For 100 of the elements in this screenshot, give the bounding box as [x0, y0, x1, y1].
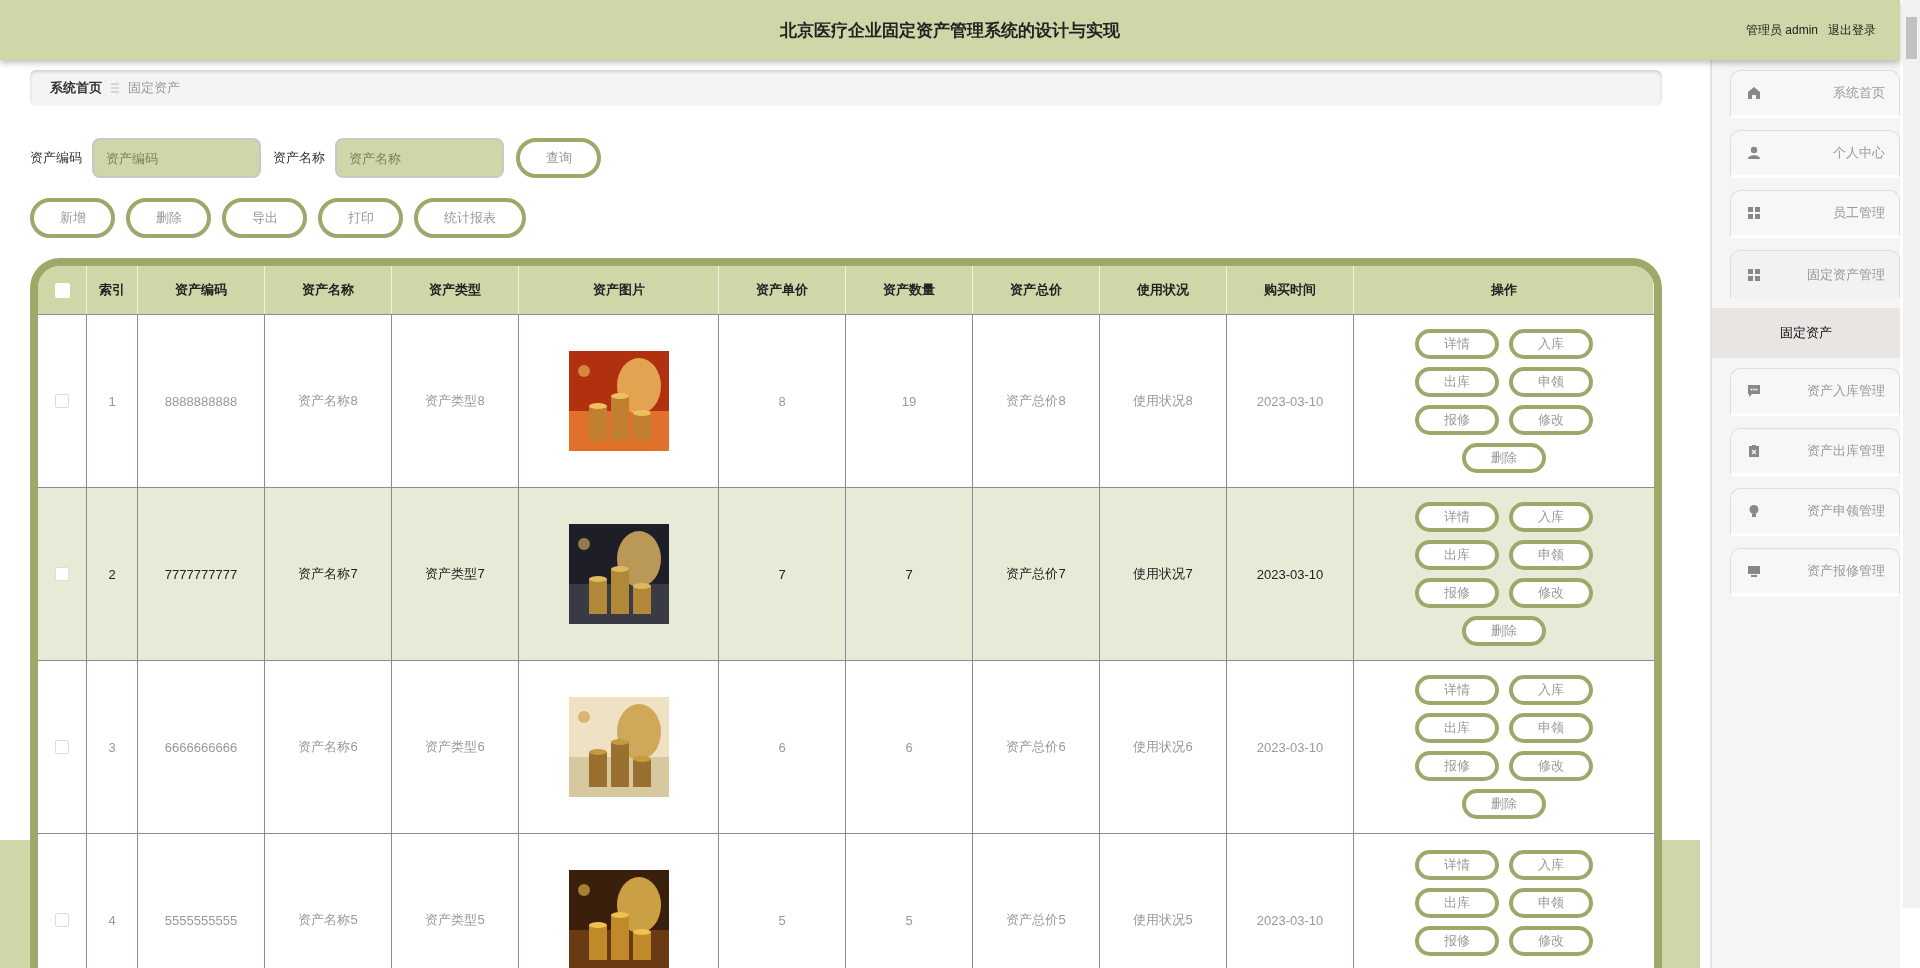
action-button[interactable]: 删除 [1462, 616, 1546, 646]
checkbox[interactable] [55, 740, 69, 754]
action-button[interactable]: 详情 [1415, 329, 1499, 359]
table-cell: 资产总价6 [1006, 738, 1066, 756]
action-button[interactable]: 详情 [1415, 850, 1499, 880]
action-button[interactable]: 报修 [1415, 405, 1499, 435]
column-header: 资产单价 [756, 281, 808, 299]
table-cell: 资产类型6 [425, 738, 485, 756]
table-cell: 8 [778, 393, 786, 409]
action-button[interactable]: 申领 [1509, 367, 1593, 397]
action-button[interactable]: 入库 [1509, 329, 1593, 359]
table-cell: 5555555555 [164, 912, 238, 928]
column-header: 使用状况 [1137, 281, 1189, 299]
action-button[interactable]: 报修 [1415, 578, 1499, 608]
search-field[interactable]: 资产编码 [92, 138, 261, 178]
checkbox[interactable] [55, 567, 69, 581]
search-field[interactable]: 资产名称 [335, 138, 504, 178]
table-cell: 1 [108, 393, 116, 409]
column-header: 资产图片 [592, 281, 645, 299]
person-icon [1747, 146, 1761, 160]
table-cell: 4 [108, 912, 116, 928]
column-header: 操作 [1490, 281, 1517, 299]
menu-item[interactable]: 员工管理 [1730, 190, 1900, 238]
table-cell: 6 [778, 739, 786, 755]
table-cell: 资产名称8 [298, 392, 358, 410]
user-label: 管理员 admin [1745, 21, 1818, 39]
action-button[interactable]: 出库 [1415, 367, 1499, 397]
menu-item[interactable]: 资产报修管理 [1730, 548, 1900, 596]
menu-item[interactable]: 固定资产管理 [1730, 250, 1900, 298]
toolbar-button[interactable]: 删除 [126, 198, 211, 238]
menu-item[interactable]: 系统首页 [1730, 70, 1900, 118]
table-cell: 5 [778, 912, 786, 928]
menu-item[interactable]: 资产出库管理 [1730, 428, 1900, 476]
column-header: 资产类型 [429, 281, 481, 299]
table-cell: 7 [905, 566, 913, 582]
table-cell: 6666666666 [164, 739, 238, 755]
action-button[interactable]: 出库 [1415, 540, 1499, 570]
action-button[interactable]: 出库 [1415, 888, 1499, 918]
action-button[interactable]: 出库 [1415, 713, 1499, 743]
checkbox[interactable] [55, 394, 69, 408]
separator-icon [110, 82, 120, 94]
table-cell: 2 [108, 566, 116, 582]
breadcrumb-link[interactable]: 系统首页 [50, 79, 102, 97]
column-header: 索引 [99, 281, 125, 299]
action-button[interactable]: 详情 [1415, 502, 1499, 532]
table-cell: 6 [905, 739, 913, 755]
breadcrumb-link[interactable]: 固定资产 [128, 79, 180, 97]
toolbar-button[interactable]: 统计报表 [414, 198, 526, 238]
grid-icon [1747, 267, 1761, 282]
column-header: 资产数量 [883, 281, 935, 299]
search-button[interactable]: 查询 [516, 138, 601, 178]
table-cell: 使用状况6 [1133, 738, 1193, 756]
table-cell: 2023-03-10 [1256, 739, 1324, 755]
table-cell: 2023-03-10 [1256, 393, 1324, 409]
toolbar-button[interactable]: 新增 [30, 198, 115, 238]
field-label: 资产名称 [273, 149, 325, 167]
grid-icon [1747, 206, 1761, 220]
action-button[interactable]: 入库 [1509, 675, 1593, 705]
action-button[interactable]: 申领 [1509, 540, 1593, 570]
action-button[interactable]: 修改 [1509, 405, 1593, 435]
table-cell: 8888888888 [164, 393, 238, 409]
table-cell: 5 [905, 912, 913, 928]
column-header: 资产总价 [1010, 281, 1062, 299]
clipboard-icon [1747, 444, 1761, 458]
action-button[interactable]: 修改 [1509, 926, 1593, 956]
checkbox[interactable] [55, 913, 69, 927]
action-button[interactable]: 报修 [1415, 926, 1499, 956]
action-button[interactable]: 删除 [1462, 443, 1546, 473]
action-button[interactable]: 修改 [1509, 751, 1593, 781]
monitor-icon [1747, 564, 1761, 578]
home-icon [1747, 86, 1761, 100]
table-cell: 资产总价8 [1006, 392, 1066, 410]
toolbar-button[interactable]: 打印 [318, 198, 403, 238]
toolbar-button[interactable]: 导出 [222, 198, 307, 238]
action-button[interactable]: 入库 [1509, 850, 1593, 880]
logout-link[interactable]: 退出登录 [1828, 21, 1876, 39]
action-button[interactable]: 申领 [1509, 713, 1593, 743]
table-cell: 使用状况8 [1133, 392, 1193, 410]
table-cell: 使用状况7 [1133, 565, 1193, 583]
submenu-item[interactable]: 固定资产 [1712, 308, 1900, 358]
action-button[interactable]: 报修 [1415, 751, 1499, 781]
table-cell: 3 [108, 739, 116, 755]
column-header: 购买时间 [1264, 281, 1316, 299]
action-button[interactable]: 详情 [1415, 675, 1499, 705]
column-header: 资产名称 [302, 281, 354, 299]
menu-item[interactable]: 个人中心 [1730, 130, 1900, 178]
action-button[interactable]: 删除 [1462, 789, 1546, 819]
table-cell: 7777777777 [164, 566, 238, 582]
menu-item[interactable]: 资产入库管理 [1730, 368, 1900, 416]
table-cell: 资产类型7 [425, 565, 485, 583]
table-cell: 资产总价7 [1006, 565, 1066, 583]
action-button[interactable]: 入库 [1509, 502, 1593, 532]
table-cell: 资产总价5 [1006, 911, 1066, 929]
table-cell: 资产名称6 [298, 738, 358, 756]
chat-icon [1747, 384, 1761, 398]
field-label: 资产编码 [30, 149, 82, 167]
app-title: 北京医疗企业固定资产管理系统的设计与实现 [780, 19, 1120, 42]
action-button[interactable]: 修改 [1509, 578, 1593, 608]
action-button[interactable]: 申领 [1509, 888, 1593, 918]
menu-item[interactable]: 资产申领管理 [1730, 488, 1900, 536]
